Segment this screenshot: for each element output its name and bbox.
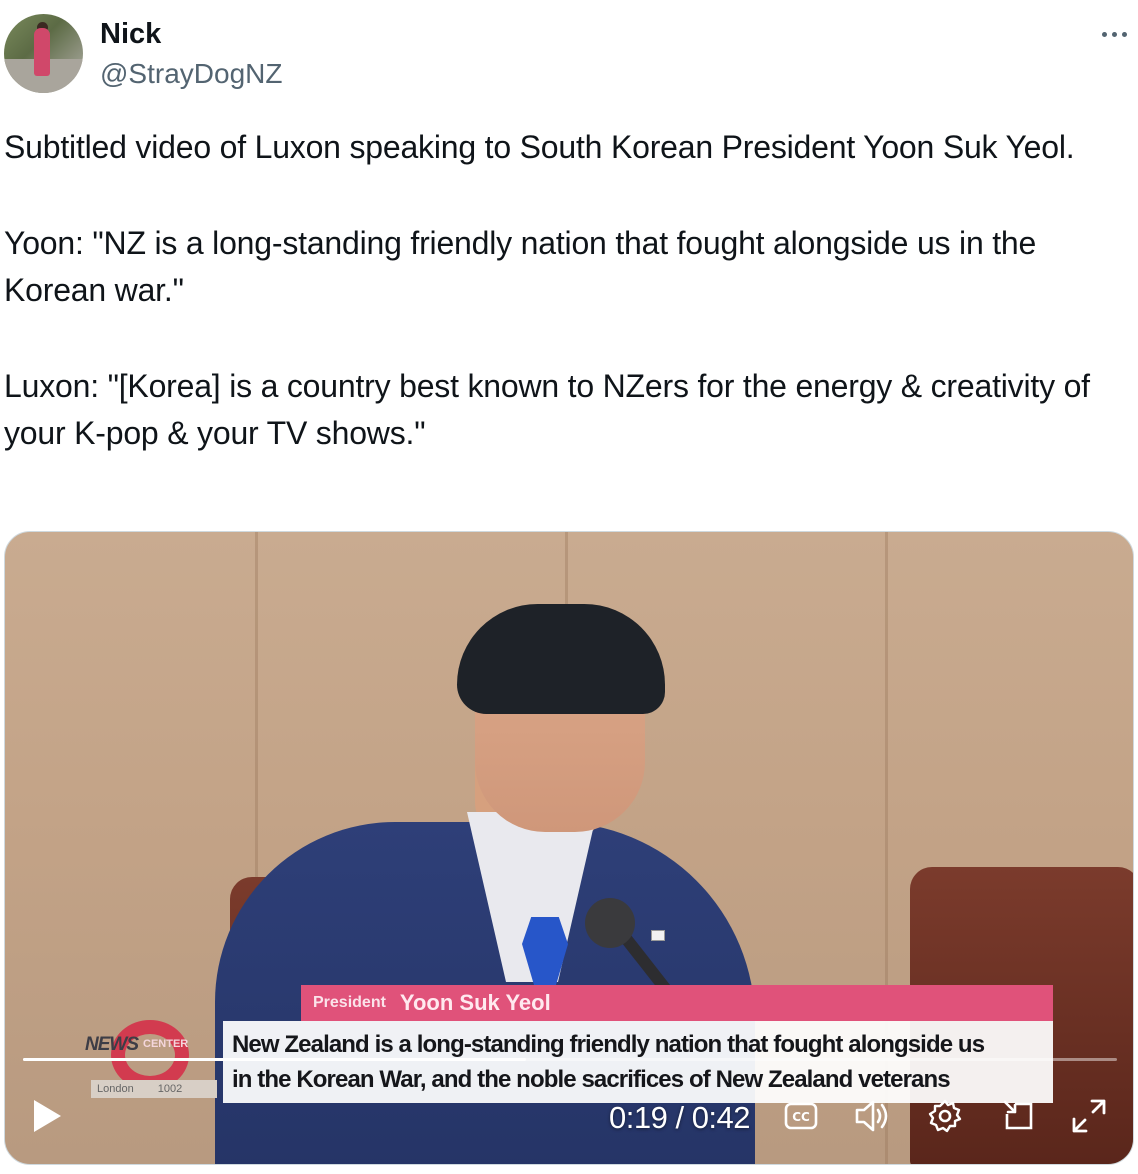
- picture-in-picture-icon[interactable]: [999, 1096, 1039, 1136]
- microphone: [585, 898, 635, 948]
- time-separator: /: [667, 1100, 692, 1135]
- time-display: 0:19 / 0:42: [609, 1100, 751, 1136]
- caption-subtitle-box: New Zealand is a long-standing friendly …: [223, 1021, 1053, 1103]
- current-time: 0:19: [609, 1100, 668, 1135]
- caption-role: President: [313, 994, 386, 1011]
- video-player[interactable]: NEWS CENTER London 1002 President Yoon S…: [4, 531, 1134, 1165]
- closed-captions-icon[interactable]: CC: [781, 1096, 821, 1136]
- player-controls: 0:19 / 0:42 CC: [5, 1092, 1133, 1148]
- volume-icon[interactable]: [853, 1096, 893, 1136]
- progress-bar-fill: [23, 1058, 527, 1061]
- duration: 0:42: [691, 1100, 751, 1135]
- gear-icon[interactable]: [925, 1096, 965, 1136]
- fullscreen-icon[interactable]: [1069, 1096, 1109, 1136]
- caption-line: New Zealand is a long-standing friendly …: [232, 1031, 985, 1058]
- tweet-paragraph: Yoon: "NZ is a long-standing friendly na…: [4, 225, 1037, 308]
- channel-logo-word: NEWS: [85, 1034, 139, 1055]
- caption-name-bar: President Yoon Suk Yeol: [301, 985, 1053, 1021]
- author-handle[interactable]: @StrayDogNZ: [100, 58, 282, 90]
- channel-logo-sub: CENTER: [143, 1038, 189, 1050]
- tweet-text: Subtitled video of Luxon speaking to Sou…: [4, 124, 1124, 457]
- author-display-name[interactable]: Nick: [100, 17, 161, 51]
- play-icon[interactable]: [27, 1096, 67, 1136]
- progress-bar[interactable]: [23, 1058, 1117, 1061]
- avatar-figure: [34, 28, 50, 76]
- avatar[interactable]: [4, 14, 83, 93]
- speaker-hair: [457, 604, 665, 714]
- caption-speaker-name: Yoon Suk Yeol: [399, 990, 551, 1015]
- svg-text:CC: CC: [792, 1110, 810, 1124]
- tweet-paragraph: Luxon: "[Korea] is a country best known …: [4, 368, 1090, 451]
- more-dots-icon[interactable]: [1096, 20, 1132, 48]
- tweet-paragraph: Subtitled video of Luxon speaking to Sou…: [4, 129, 1075, 165]
- lapel-pin: [651, 930, 665, 941]
